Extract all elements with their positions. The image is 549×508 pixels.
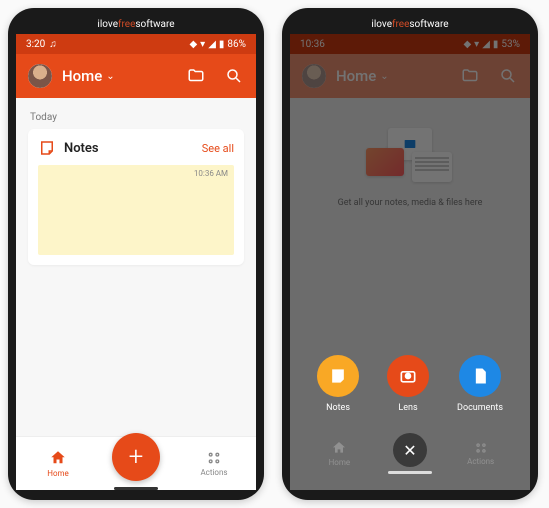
content-area: Today Notes See all 10:36 AM xyxy=(16,98,256,436)
see-all-link[interactable]: See all xyxy=(202,142,234,155)
app-bar: Home ⌄ xyxy=(16,54,256,98)
nav-home-dimmed: Home xyxy=(309,440,369,467)
music-icon: ♫ xyxy=(49,39,57,50)
fab-add-button[interactable]: + xyxy=(112,433,160,481)
notification-dot-icon: ◆ xyxy=(189,39,197,50)
nav-indicator xyxy=(114,487,158,490)
action-documents[interactable]: Documents xyxy=(457,355,503,413)
battery-percent: 86% xyxy=(227,39,246,50)
sticky-note-icon xyxy=(38,139,56,157)
action-sheet-overlay[interactable]: Notes Lens Documents xyxy=(290,34,530,490)
status-bar: 3:20 ♫ ◆ ▾ ◢ ▮ 86% xyxy=(16,34,256,54)
phone-bezel-top: ilovefreesoftware xyxy=(290,16,530,32)
action-notes[interactable]: Notes xyxy=(317,355,359,413)
wifi-icon: ▾ xyxy=(200,39,205,50)
phone-bezel-top: ilovefreesoftware xyxy=(16,16,256,32)
phone-left: ilovefreesoftware 3:20 ♫ ◆ ▾ ◢ ▮ 86% Hom… xyxy=(8,8,264,500)
appbar-title-dropdown[interactable]: Home ⌄ xyxy=(62,67,168,85)
search-button[interactable] xyxy=(224,66,244,86)
overlay-bottom-nav: Home ✕ Actions xyxy=(290,433,530,474)
notes-card: Notes See all 10:36 AM xyxy=(28,129,244,265)
phone-right: ilovefreesoftware 10:36 ◆ ▾ ◢ ▮ 53% Home… xyxy=(282,8,538,500)
action-lens[interactable]: Lens xyxy=(387,355,429,413)
folder-button[interactable] xyxy=(186,66,206,86)
watermark: ilovefreesoftware xyxy=(371,19,448,30)
bottom-nav: Home + Actions xyxy=(16,436,256,490)
close-fab-button[interactable]: ✕ xyxy=(393,433,427,467)
document-icon xyxy=(470,366,490,386)
close-icon: ✕ xyxy=(403,441,416,460)
screen-left: 3:20 ♫ ◆ ▾ ◢ ▮ 86% Home ⌄ xyxy=(16,34,256,490)
battery-icon: ▮ xyxy=(219,39,225,50)
status-time: 3:20 xyxy=(26,39,45,50)
avatar[interactable] xyxy=(28,64,52,88)
note-item[interactable]: 10:36 AM xyxy=(38,165,234,255)
watermark: ilovefreesoftware xyxy=(97,19,174,30)
day-label: Today xyxy=(28,106,244,129)
action-row: Notes Lens Documents xyxy=(317,355,503,413)
note-timestamp: 10:36 AM xyxy=(194,169,228,178)
lens-icon xyxy=(398,366,418,386)
nav-actions[interactable]: Actions xyxy=(184,450,244,477)
notes-icon xyxy=(328,366,348,386)
screen-right: 10:36 ◆ ▾ ◢ ▮ 53% Home ⌄ xyxy=(290,34,530,490)
nav-home[interactable]: Home xyxy=(28,449,88,478)
nav-indicator xyxy=(388,471,432,474)
card-title: Notes xyxy=(64,141,194,156)
signal-icon: ◢ xyxy=(208,39,216,50)
chevron-down-icon: ⌄ xyxy=(106,71,114,82)
nav-actions-dimmed: Actions xyxy=(451,441,511,466)
